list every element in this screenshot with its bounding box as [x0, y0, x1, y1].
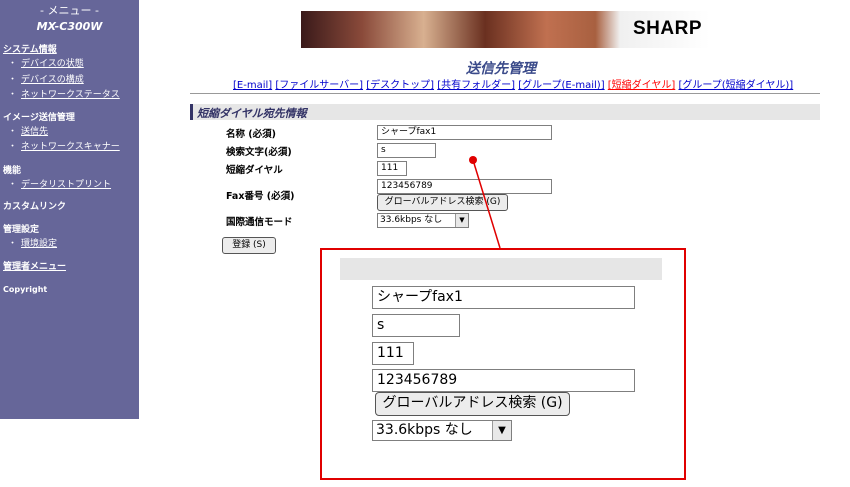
callout-dot [469, 156, 477, 164]
zoom-name-input: シャープfax1 [372, 286, 635, 309]
zoom-intl-mode-select: 33.6kbps なし ▼ [372, 420, 512, 441]
zoom-speed-dial-input: 111 [372, 342, 414, 365]
zoom-section-header [340, 258, 662, 280]
zoom-search-input: s [372, 314, 460, 337]
zoom-global-search-button: グローバルアドレス検索 (G) [375, 392, 570, 416]
zoom-chevron-down-icon: ▼ [492, 421, 511, 440]
zoom-fax-input: 123456789 [372, 369, 635, 392]
zoom-intl-mode-value: 33.6kbps なし [376, 422, 473, 438]
